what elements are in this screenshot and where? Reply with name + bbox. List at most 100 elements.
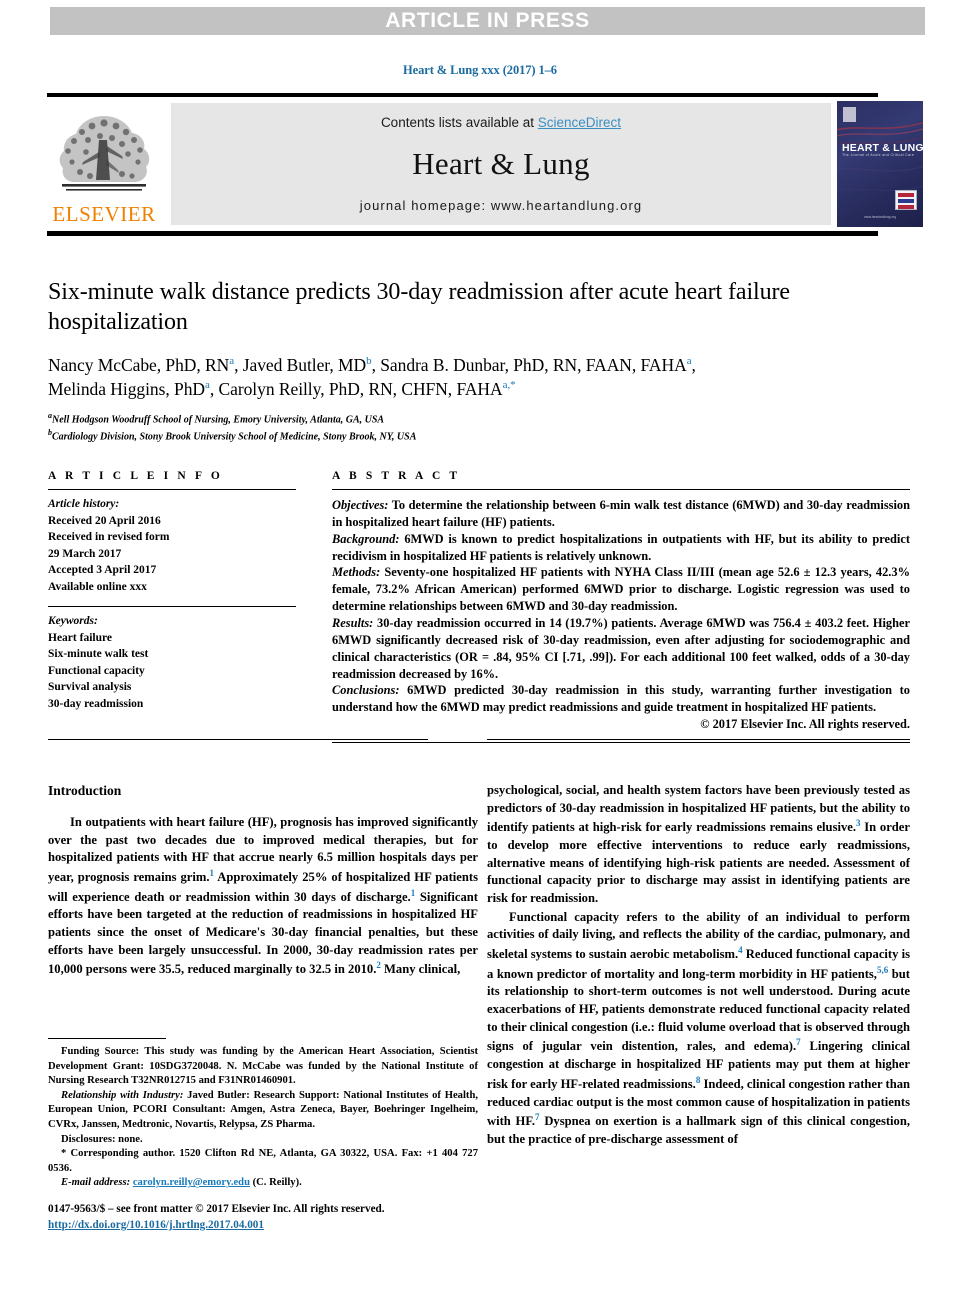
history-item: Available online xxx <box>48 580 147 593</box>
affiliation-b-line: bCardiology Division, Stony Brook Univer… <box>48 427 908 445</box>
footnotes-block: Funding Source: This study was funding b… <box>48 1038 478 1191</box>
keyword-item: Heart failure <box>48 631 112 644</box>
keywords-block: Keywords: Heart failure Six-minute walk … <box>48 613 296 712</box>
body-rule-left <box>48 739 428 740</box>
affiliation-a-line: aNell Hodgson Woodruff School of Nursing… <box>48 410 908 428</box>
abstract-methods-label: Methods: <box>332 565 381 580</box>
keyword-item: Functional capacity <box>48 664 145 677</box>
article-in-press-banner: ARTICLE IN PRESS <box>50 7 925 35</box>
article-in-press-label: ARTICLE IN PRESS <box>385 9 590 32</box>
keyword-item: Survival analysis <box>48 681 132 694</box>
author-melinda-higgins: Melinda Higgins, PhD <box>48 378 205 399</box>
running-head: Heart & Lung xxx (2017) 1–6 <box>403 63 557 77</box>
right-p1-part-a: psychological, social, and health system… <box>487 783 910 835</box>
footnote-corresponding-author: * Corresponding author. 1520 Clifton Rd … <box>48 1148 478 1174</box>
right-paragraph-2: Functional capacity refers to the abilit… <box>487 909 910 1149</box>
keywords-label: Keywords: <box>48 615 98 628</box>
affil-marker-corresponding[interactable]: a,* <box>503 379 516 391</box>
article-info-rule <box>48 489 296 490</box>
abstract-methods-text: Seventy-one hospitalized HF patients wit… <box>332 565 910 614</box>
issn-line: 0147-9563/$ – see front matter © 2017 El… <box>48 1203 385 1215</box>
footnote-rule <box>48 1038 166 1039</box>
abstract-background: Background: 6MWD is known to predict hos… <box>332 531 910 565</box>
title-block: Six-minute walk distance predicts 30-day… <box>48 277 908 445</box>
elsevier-wordmark: ELSEVIER <box>52 202 156 226</box>
history-item: Accepted 3 April 2017 <box>48 564 157 577</box>
body-rule-right <box>487 739 910 740</box>
footnote-disclosures: Disclosures: none. <box>61 1133 143 1145</box>
author-sandra-dunbar: , Sandra B. Dunbar, PhD, RN, FAAN, FAHA <box>371 355 687 376</box>
affiliation-a-text: Nell Hodgson Woodruff School of Nursing,… <box>52 413 385 425</box>
history-item: Received 20 April 2016 <box>48 514 161 527</box>
page-title: Six-minute walk distance predicts 30-day… <box>48 279 790 336</box>
footnote-funding: Funding Source: This study was funding b… <box>48 1046 478 1087</box>
citation-ref[interactable]: 5,6 <box>877 965 888 975</box>
footnote-email-suffix: (C. Reilly). <box>249 1177 302 1189</box>
abstract-rule <box>332 489 910 490</box>
body-column-left: Introduction In outpatients with heart f… <box>48 782 478 979</box>
masthead-panel: Contents lists available at ScienceDirec… <box>171 103 831 225</box>
section-heading-introduction: Introduction <box>48 783 122 798</box>
abstract-copyright: © 2017 Elsevier Inc. All rights reserved… <box>700 717 910 732</box>
email-link[interactable]: carolyn.reilly@emory.edu <box>133 1177 250 1188</box>
journal-cover-thumbnail: HEART & LUNG The Journal of Acute and Cr… <box>837 101 923 227</box>
affiliation-b-text: Cardiology Division, Stony Brook Univers… <box>52 431 417 443</box>
history-item: 29 March 2017 <box>48 547 122 560</box>
article-info-column: A R T I C L E I N F O Article history: R… <box>48 470 296 713</box>
abstract-objectives: Objectives: To determine the relationshi… <box>332 497 910 531</box>
right-paragraph-1: psychological, social, and health system… <box>487 782 910 908</box>
affiliations: aNell Hodgson Woodruff School of Nursing… <box>48 410 908 445</box>
footnote-industry: Relationship with Industry: Javed Butler… <box>48 1089 478 1133</box>
masthead-rule-bottom <box>47 231 878 236</box>
abstract-results: Results: 30-day readmission occurred in … <box>332 615 910 682</box>
footnote-email-label: E-mail address: <box>61 1177 131 1189</box>
right-p2-part-f: Dyspnea on exertion is a hallmark sign o… <box>487 1114 910 1146</box>
elsevier-logo: ELSEVIER <box>49 103 159 225</box>
abstract-conclusions-label: Conclusions: <box>332 683 400 698</box>
abstract-conclusions: Conclusions: 6MWD predicted 30-day readm… <box>332 682 910 716</box>
article-history-label: Article history: <box>48 498 120 510</box>
abstract-body: Objectives: To determine the relationshi… <box>332 497 910 733</box>
contents-available-line: Contents lists available at ScienceDirec… <box>381 115 621 130</box>
keyword-item: Six-minute walk test <box>48 648 149 661</box>
abstract-background-label: Background: <box>332 531 400 546</box>
abstract-results-text: 30-day readmission occurred in 14 (19.7%… <box>332 616 910 681</box>
abstract-bottom-rule <box>332 742 910 743</box>
masthead-rule-top <box>47 93 878 97</box>
footnote-industry-label: Relationship with Industry: <box>61 1089 184 1101</box>
body-column-right: psychological, social, and health system… <box>487 782 910 1149</box>
abstract-background-text: 6MWD is known to predict hospitalization… <box>332 531 910 563</box>
imprint-block: 0147-9563/$ – see front matter © 2017 El… <box>48 1202 478 1234</box>
keywords-rule <box>48 606 296 608</box>
cover-subtitle: The Journal of Acute and Critical Care <box>842 153 915 157</box>
abstract-conclusions-text: 6MWD predicted 30-day readmission in thi… <box>332 683 910 715</box>
abstract-heading: A B S T R A C T <box>332 470 461 482</box>
elsevier-tree-icon <box>59 116 150 191</box>
abstract-objectives-text: To determine the relationship between 6-… <box>332 498 910 529</box>
abstract-column: A B S T R A C T Objectives: To determine… <box>332 470 910 733</box>
journal-homepage[interactable]: journal homepage: www.heartandlung.org <box>360 198 642 213</box>
footnote-email-line: E-mail address: carolyn.reilly@emory.edu… <box>48 1176 478 1191</box>
sciencedirect-link[interactable]: ScienceDirect <box>538 115 621 130</box>
article-history-block: Article history: Received 20 April 2016 … <box>48 496 296 595</box>
doi-link[interactable]: http://dx.doi.org/10.1016/j.hrtlng.2017.… <box>48 1219 264 1231</box>
abstract-results-label: Results: <box>332 616 374 631</box>
cover-footer-url: www.heartandlung.org <box>864 215 896 219</box>
author-list: Nancy McCabe, PhD, RN a , Javed Butler, MD… <box>48 355 696 399</box>
intro-p1-part-d: Many clinical, <box>380 962 461 977</box>
contents-available-prefix: Contents lists available at <box>380 115 538 130</box>
author-javed-butler: , Javed Butler, MD <box>234 355 367 376</box>
journal-title: Heart & Lung <box>412 146 590 181</box>
intro-paragraph-1: In outpatients with heart failure (HF), … <box>48 814 478 979</box>
keyword-item: 30-day readmission <box>48 698 144 711</box>
abstract-methods: Methods: Seventy-one hospitalized HF pat… <box>332 564 910 615</box>
author-nancy-mccabe: Nancy McCabe, PhD, RN <box>48 355 230 376</box>
author-carolyn-reilly: , Carolyn Reilly, PhD, RN, CHFN, FAHA <box>209 378 503 399</box>
journal-masthead: ELSEVIER Contents lists available at Sci… <box>47 93 925 236</box>
history-item: Received in revised form <box>48 531 170 544</box>
article-info-heading: A R T I C L E I N F O <box>48 470 223 482</box>
affil-marker-a-2[interactable]: a <box>687 356 692 368</box>
cover-badge-icon <box>895 190 917 210</box>
abstract-objectives-label: Objectives: <box>332 498 389 512</box>
cover-elsevier-mark-icon <box>843 107 856 122</box>
